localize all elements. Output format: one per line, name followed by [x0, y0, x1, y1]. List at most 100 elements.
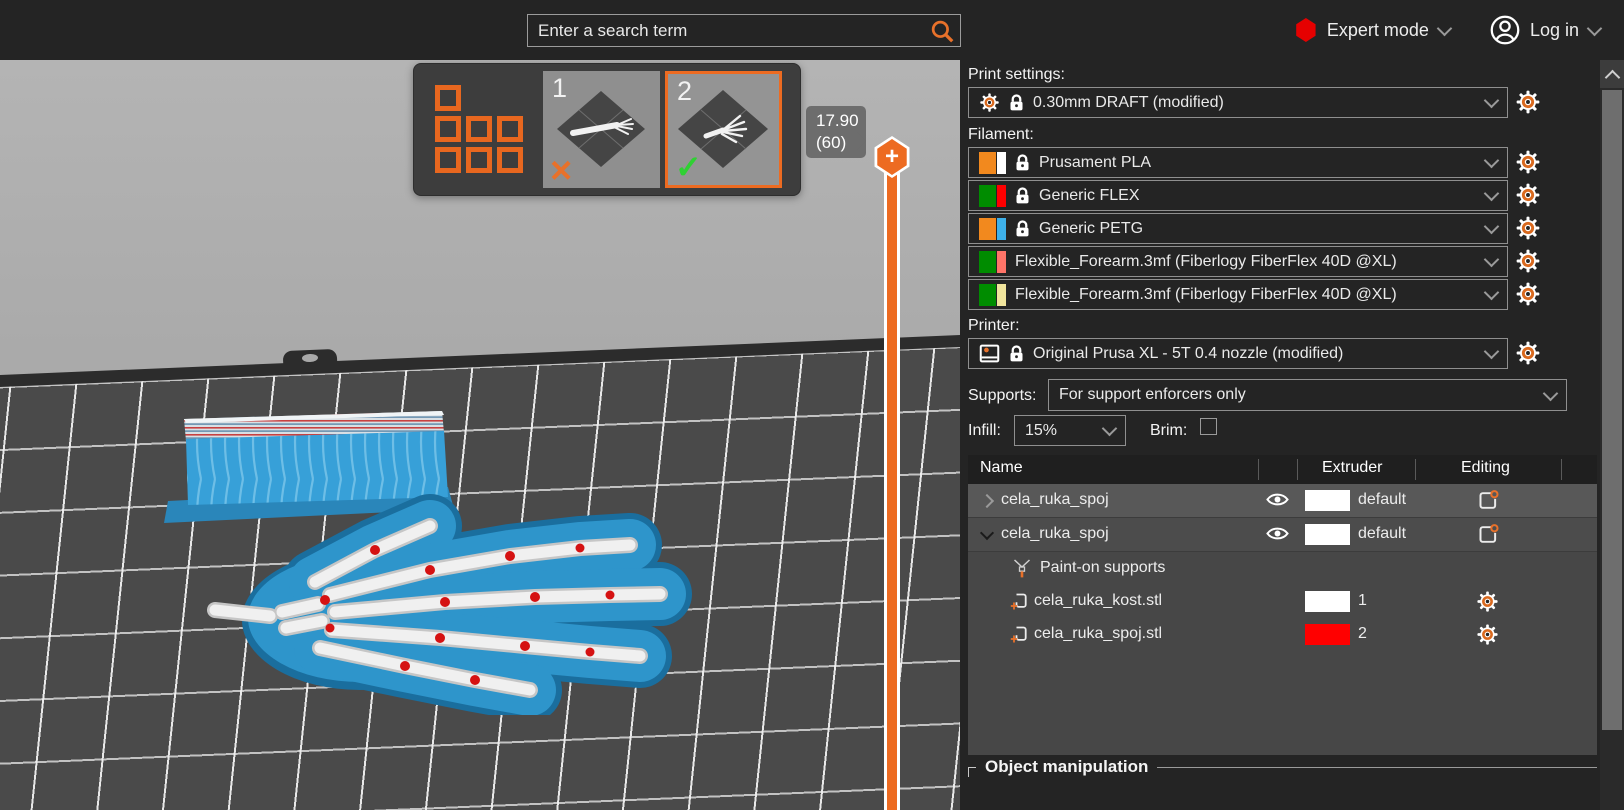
- chevron-down-icon: [1101, 420, 1118, 437]
- filament-combo-5[interactable]: Flexible_Forearm.3mf (Fiberlogy FiberFle…: [968, 279, 1508, 310]
- part-settings-gear-icon[interactable]: [1476, 590, 1499, 613]
- filament-2-edit-gear[interactable]: [1515, 182, 1541, 208]
- all-plates-icon: [435, 85, 523, 173]
- hand-model: [207, 494, 692, 715]
- top-bar: Expert mode Log in: [0, 0, 1624, 60]
- all-plates-thumbnail[interactable]: [421, 71, 538, 188]
- chevron-down-icon: [1542, 385, 1559, 401]
- filament-combo-2[interactable]: Generic FLEX: [968, 180, 1508, 211]
- layer-height-value: 17.90: [816, 111, 859, 130]
- subitem-name: Paint-on supports: [1040, 559, 1166, 576]
- column-editing: Editing: [1461, 459, 1510, 476]
- sidebar-scrollbar[interactable]: [1600, 60, 1624, 810]
- lock-icon: [1015, 153, 1030, 172]
- plate-2-number: 2: [677, 76, 693, 106]
- part-icon: [1010, 590, 1030, 613]
- layer-number-value: (60): [816, 133, 847, 152]
- chevron-down-icon: [1483, 185, 1500, 202]
- gear-icon: [979, 92, 1000, 113]
- layer-slider-track[interactable]: [884, 168, 900, 810]
- filament-combo-3[interactable]: Generic PETG: [968, 213, 1508, 244]
- column-extruder: Extruder: [1322, 459, 1383, 476]
- visibility-eye-icon[interactable]: [1266, 525, 1289, 542]
- sliced-model-scene: [164, 411, 692, 715]
- print-settings-label: Print settings:: [968, 66, 1065, 83]
- part-icon: [1010, 623, 1030, 646]
- extruder-value: 2: [1358, 625, 1367, 642]
- plate-2-accept-icon: ✓: [675, 149, 702, 185]
- group-border: [968, 766, 976, 777]
- expand-chevron-icon[interactable]: [979, 493, 995, 509]
- collapse-chevron-icon[interactable]: [979, 525, 995, 541]
- object-name: cela_ruka_spoj: [1001, 491, 1109, 508]
- plate-1-thumbnail[interactable]: 1 ×: [543, 71, 660, 192]
- chevron-up-icon: [1604, 69, 1621, 86]
- extruder-color-swatch: [1305, 591, 1350, 612]
- printer-label: Printer:: [968, 317, 1020, 334]
- lock-icon: [1009, 344, 1024, 363]
- object-row-2-selected[interactable]: cela_ruka_spoj default: [968, 518, 1597, 552]
- filament-color-swatch: [979, 217, 1006, 240]
- login-label: Log in: [1529, 19, 1579, 40]
- printer-edit-gear[interactable]: [1515, 340, 1541, 366]
- extruder-value: 1: [1358, 592, 1367, 609]
- supports-value: For support enforcers only: [1059, 386, 1246, 403]
- filament-color-swatch: [979, 250, 1006, 273]
- login-button[interactable]: Log in: [1490, 15, 1603, 45]
- filament-4-edit-gear[interactable]: [1515, 248, 1541, 274]
- group-border-line: [1157, 767, 1597, 768]
- printer-combo[interactable]: Original Prusa XL - 5T 0.4 nozzle (modif…: [968, 338, 1508, 369]
- filament-combo-1[interactable]: Prusament PLA: [968, 147, 1508, 178]
- search-icon[interactable]: [930, 19, 954, 43]
- expert-mode-label: Expert mode: [1326, 19, 1429, 40]
- print-bed-tab: [282, 348, 338, 368]
- visibility-eye-icon[interactable]: [1266, 491, 1289, 508]
- supports-combo[interactable]: For support enforcers only: [1048, 379, 1567, 411]
- print-settings-value: 0.30mm DRAFT (modified): [1033, 93, 1224, 111]
- part-row-kost[interactable]: cela_ruka_kost.stl 1: [968, 585, 1597, 618]
- object-name: cela_ruka_spoj: [1001, 525, 1109, 542]
- object-list: Name Extruder Editing cela_ruka_spoj def…: [968, 455, 1597, 755]
- part-settings-gear-icon[interactable]: [1476, 623, 1499, 646]
- print-settings-combo[interactable]: 0.30mm DRAFT (modified): [968, 87, 1508, 118]
- filament-color-swatch: [979, 184, 1006, 207]
- search-box: [527, 14, 961, 47]
- filament-1-name: Prusament PLA: [1039, 153, 1152, 171]
- object-settings-icon[interactable]: [1476, 489, 1499, 512]
- expert-mode-selector[interactable]: Expert mode: [1295, 18, 1453, 42]
- paint-brush-icon: [1012, 557, 1032, 580]
- print-settings-edit-gear[interactable]: [1515, 89, 1541, 115]
- filament-5-name: Flexible_Forearm.3mf (Fiberlogy FiberFle…: [1015, 285, 1397, 303]
- filament-5-edit-gear[interactable]: [1515, 281, 1541, 307]
- extruder-color-swatch: [1305, 490, 1350, 511]
- filament-3-edit-gear[interactable]: [1515, 215, 1541, 241]
- settings-sidebar: Print settings: 0.30mm DRAFT (modified) …: [960, 60, 1600, 810]
- search-input[interactable]: [528, 20, 930, 41]
- plate-1-reject-icon: ×: [550, 150, 573, 192]
- chevron-down-icon: [1436, 20, 1453, 36]
- object-row-1[interactable]: cela_ruka_spoj default: [968, 484, 1597, 518]
- filament-1-edit-gear[interactable]: [1515, 149, 1541, 175]
- layer-slider-handle[interactable]: +: [874, 136, 910, 178]
- lock-icon: [1015, 186, 1030, 205]
- part-row-spoj[interactable]: cela_ruka_spoj.stl 2: [968, 618, 1597, 651]
- chevron-down-icon: [1483, 284, 1500, 301]
- part-name: cela_ruka_kost.stl: [1034, 592, 1163, 609]
- infill-value: 15%: [1025, 421, 1058, 439]
- extruder-color-swatch: [1305, 524, 1350, 545]
- filament-color-swatch: [979, 283, 1006, 306]
- brim-checkbox[interactable]: [1200, 418, 1217, 435]
- user-icon: [1490, 15, 1520, 45]
- paint-on-supports-row[interactable]: Paint-on supports: [968, 552, 1597, 585]
- object-settings-icon[interactable]: [1476, 523, 1499, 546]
- infill-label: Infill:: [968, 422, 1001, 439]
- viewport-3d[interactable]: 1 × 2 ✓ 17.90 (60) +: [0, 60, 960, 810]
- plate-1-number: 1: [552, 73, 568, 103]
- filament-combo-4[interactable]: Flexible_Forearm.3mf (Fiberlogy FiberFle…: [968, 246, 1508, 277]
- plate-2-thumbnail-selected[interactable]: 2 ✓: [665, 71, 782, 188]
- expert-mode-badge-icon: [1296, 18, 1316, 42]
- scrollbar-thumb[interactable]: [1602, 90, 1622, 730]
- filament-color-swatch: [979, 151, 1006, 174]
- scroll-up-button[interactable]: [1600, 60, 1624, 88]
- infill-combo[interactable]: 15%: [1014, 415, 1126, 446]
